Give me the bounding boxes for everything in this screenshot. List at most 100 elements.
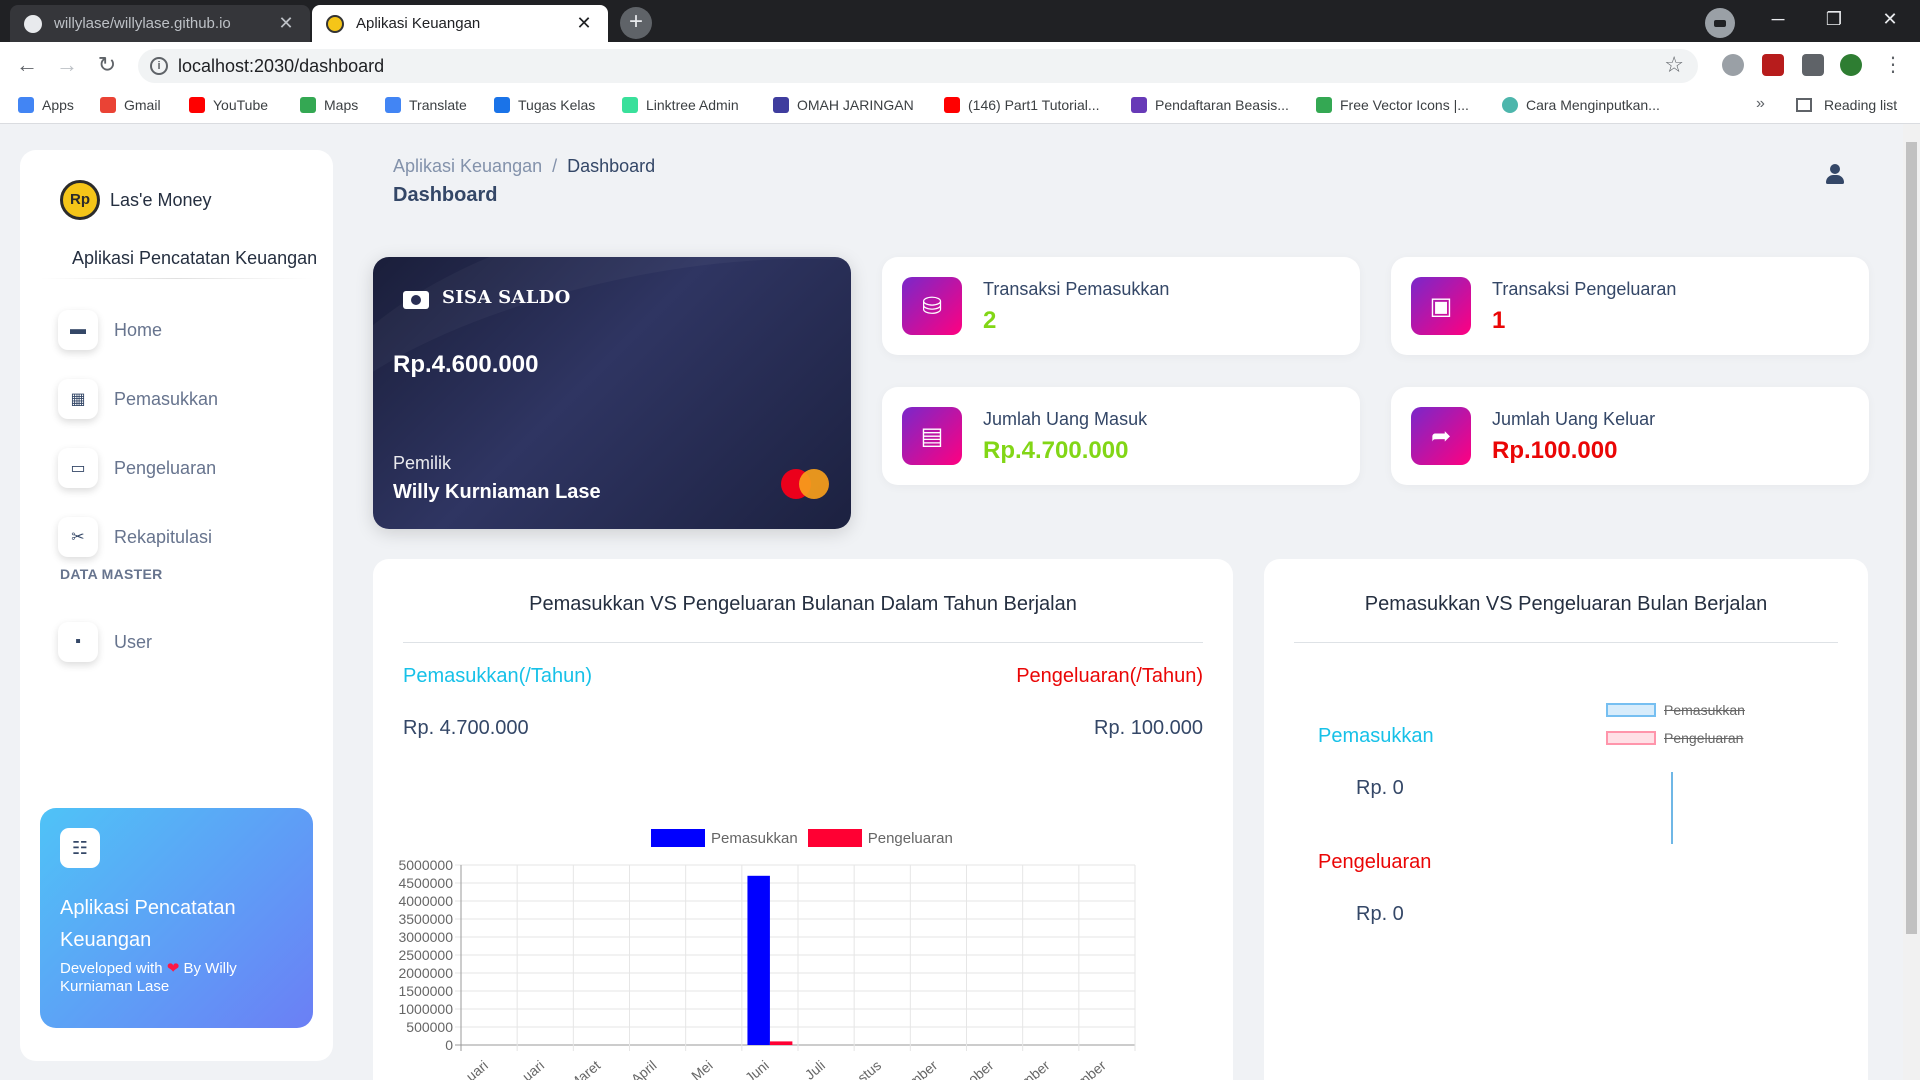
breadcrumb: Aplikasi Keuangan / Dashboard	[393, 156, 655, 177]
bookmark-maps[interactable]: Maps	[300, 97, 358, 113]
reading-list-button[interactable]: Reading list	[1796, 97, 1897, 113]
bookmark-apps[interactable]: Apps	[18, 97, 74, 113]
monthly-expense-amount: Rp. 0	[1356, 903, 1404, 925]
bookmark-label: Free Vector Icons |...	[1340, 97, 1469, 113]
bookmark-tugas-kelas[interactable]: Tugas Kelas	[494, 97, 595, 113]
tab-aplikasi-keuangan[interactable]: Aplikasi Keuangan ✕	[312, 5, 608, 42]
legend-item-pemasukkan[interactable]: Pemasukkan	[1606, 702, 1745, 718]
new-tab-button[interactable]: +	[620, 7, 652, 39]
back-icon[interactable]: ←	[12, 50, 42, 80]
puzzle-icon[interactable]	[1802, 54, 1824, 76]
menu-icon[interactable]: ⋮	[1878, 50, 1908, 80]
avatar[interactable]	[1840, 54, 1862, 76]
breadcrumb-current: Dashboard	[567, 156, 656, 176]
reading-list-icon	[1796, 98, 1812, 112]
balance-label: SISA SALDO	[442, 287, 571, 308]
help-card-credit: Developed with ❤ By Willy Kurniaman Lase	[60, 960, 290, 996]
bookmark-gmail[interactable]: Gmail	[100, 97, 161, 113]
bookmark-label: Maps	[324, 97, 359, 113]
youtube-icon	[189, 97, 205, 113]
bookmark-linktree[interactable]: Linktree Admin	[622, 97, 739, 113]
monthly-income-label: Pemasukkan	[1318, 725, 1434, 747]
bookmark-label: Pendaftaran Beasis...	[1155, 97, 1289, 113]
reading-list-label: Reading list	[1824, 97, 1898, 113]
stat-label: Jumlah Uang Masuk	[983, 409, 1148, 429]
extension-icon[interactable]	[1762, 54, 1784, 76]
bookmark-beasiswa[interactable]: Pendaftaran Beasis...	[1131, 97, 1289, 113]
bookmark-star-icon[interactable]: ☆	[1664, 52, 1684, 78]
user-icon-body	[1826, 175, 1844, 184]
y-tick-label: 2000000	[398, 965, 453, 981]
reload-icon[interactable]: ↻	[92, 50, 122, 80]
sidebar-item-label: Rekapitulasi	[114, 526, 213, 547]
owner-label: Pemilik	[393, 453, 452, 473]
y-tick-label: 1500000	[398, 983, 453, 999]
extension-icon[interactable]	[1722, 54, 1744, 76]
omah-icon	[773, 97, 789, 113]
url-text[interactable]: localhost:2030/dashboard	[178, 56, 384, 77]
mastercard-icon	[781, 469, 831, 499]
income-amount: Rp. 4.700.000	[403, 717, 529, 739]
help-card: ☷ Aplikasi Pencatatan Keuangan Developed…	[40, 808, 313, 1028]
sidebar-item-rekapitulasi[interactable]: ✂ Rekapitulasi	[58, 513, 308, 561]
legend-label-pengeluaran[interactable]: Pengeluaran	[868, 830, 953, 847]
tab-title: Aplikasi Keuangan	[356, 15, 481, 32]
page-content: Rp Las'e Money Aplikasi Pencatatan Keuan…	[0, 124, 1920, 1080]
minimize-button[interactable]: ─	[1750, 0, 1806, 40]
bookmark-vector-icons[interactable]: Free Vector Icons |...	[1316, 97, 1469, 113]
y-tick-label: 4000000	[398, 893, 453, 909]
bookmark-tutorial[interactable]: (146) Part1 Tutorial...	[944, 97, 1100, 113]
tab-search-icon[interactable]	[1705, 8, 1735, 38]
section-title-data-master: DATA MASTER	[60, 566, 163, 582]
info-icon[interactable]: i	[150, 57, 168, 75]
bookmark-label: Tugas Kelas	[518, 97, 596, 113]
scrollbar[interactable]	[1903, 124, 1920, 1080]
legend-label-pemasukkan[interactable]: Pemasukkan	[711, 830, 798, 847]
user-icon[interactable]	[1824, 164, 1846, 186]
bar-chart: 5000000450000040000003500000300000025000…	[398, 857, 1136, 1080]
stat-card-transaksi-pemasukkan: ⛁ Transaksi Pemasukkan 2	[882, 257, 1360, 355]
y-tick-label: 1000000	[398, 1001, 453, 1017]
divider	[403, 642, 1203, 643]
tab-github[interactable]: willylase/willylase.github.io ✕	[10, 5, 310, 42]
legend-swatch-pengeluaran[interactable]	[807, 829, 862, 847]
bookmark-omah-jaringan[interactable]: OMAH JARINGAN	[773, 97, 914, 113]
stat-value: Rp.100.000	[1492, 437, 1618, 464]
address-bar: ← → ↻ i localhost:2030/dashboard ☆ ⋮	[0, 42, 1920, 88]
balance-card: SISA SALDO Rp.4.600.000 Pemilik Willy Ku…	[373, 257, 851, 529]
bookmark-label: (146) Part1 Tutorial...	[968, 97, 1100, 113]
bookmark-youtube[interactable]: YouTube	[189, 97, 268, 113]
x-tick-label: mber	[906, 1057, 941, 1080]
bookmark-label: Cara Menginputkan...	[1526, 97, 1660, 113]
money-check-icon: ▤	[902, 407, 962, 465]
more-bookmarks-button[interactable]: »	[1756, 95, 1765, 113]
bookmark-label: Linktree Admin	[646, 97, 739, 113]
sidebar-item-pemasukkan[interactable]: ▦ Pemasukkan	[58, 375, 308, 423]
x-tick-label: Maret	[566, 1057, 604, 1080]
close-window-button[interactable]: ✕	[1862, 0, 1918, 40]
forward-icon[interactable]: →	[52, 50, 82, 80]
bookmark-translate[interactable]: Translate	[385, 97, 467, 113]
mastercard-orange-circle	[799, 469, 829, 499]
breadcrumb-root[interactable]: Aplikasi Keuangan	[393, 156, 542, 176]
bookmark-label: Apps	[42, 97, 74, 113]
sidebar-item-user[interactable]: ▪ User	[58, 618, 308, 666]
tab-title: willylase/willylase.github.io	[54, 15, 231, 32]
scrollbar-thumb[interactable]	[1906, 142, 1917, 934]
sidebar-item-home[interactable]: ▬ Home	[58, 306, 308, 354]
logo-icon: Rp	[60, 180, 100, 220]
credit-prefix: Developed with	[60, 960, 163, 977]
legend-item-pengeluaran[interactable]: Pengeluaran	[1606, 730, 1743, 746]
close-icon[interactable]: ✕	[276, 13, 296, 34]
sidebar-item-label: Home	[114, 319, 163, 340]
x-tick-label: Mei	[688, 1057, 716, 1080]
restore-button[interactable]: ❐	[1806, 0, 1862, 40]
user-card-icon: ▪	[58, 622, 98, 662]
legend-swatch-pemasukkan[interactable]	[651, 829, 705, 847]
sidebar-item-label: Pemasukkan	[114, 388, 219, 409]
close-icon[interactable]: ✕	[574, 13, 594, 34]
y-tick-label: 500000	[406, 1019, 453, 1035]
bookmark-cara-menginputkan[interactable]: Cara Menginputkan...	[1502, 97, 1660, 113]
url-field[interactable]: i localhost:2030/dashboard ☆	[138, 49, 1698, 83]
sidebar-item-pengeluaran[interactable]: ▭ Pengeluaran	[58, 444, 308, 492]
